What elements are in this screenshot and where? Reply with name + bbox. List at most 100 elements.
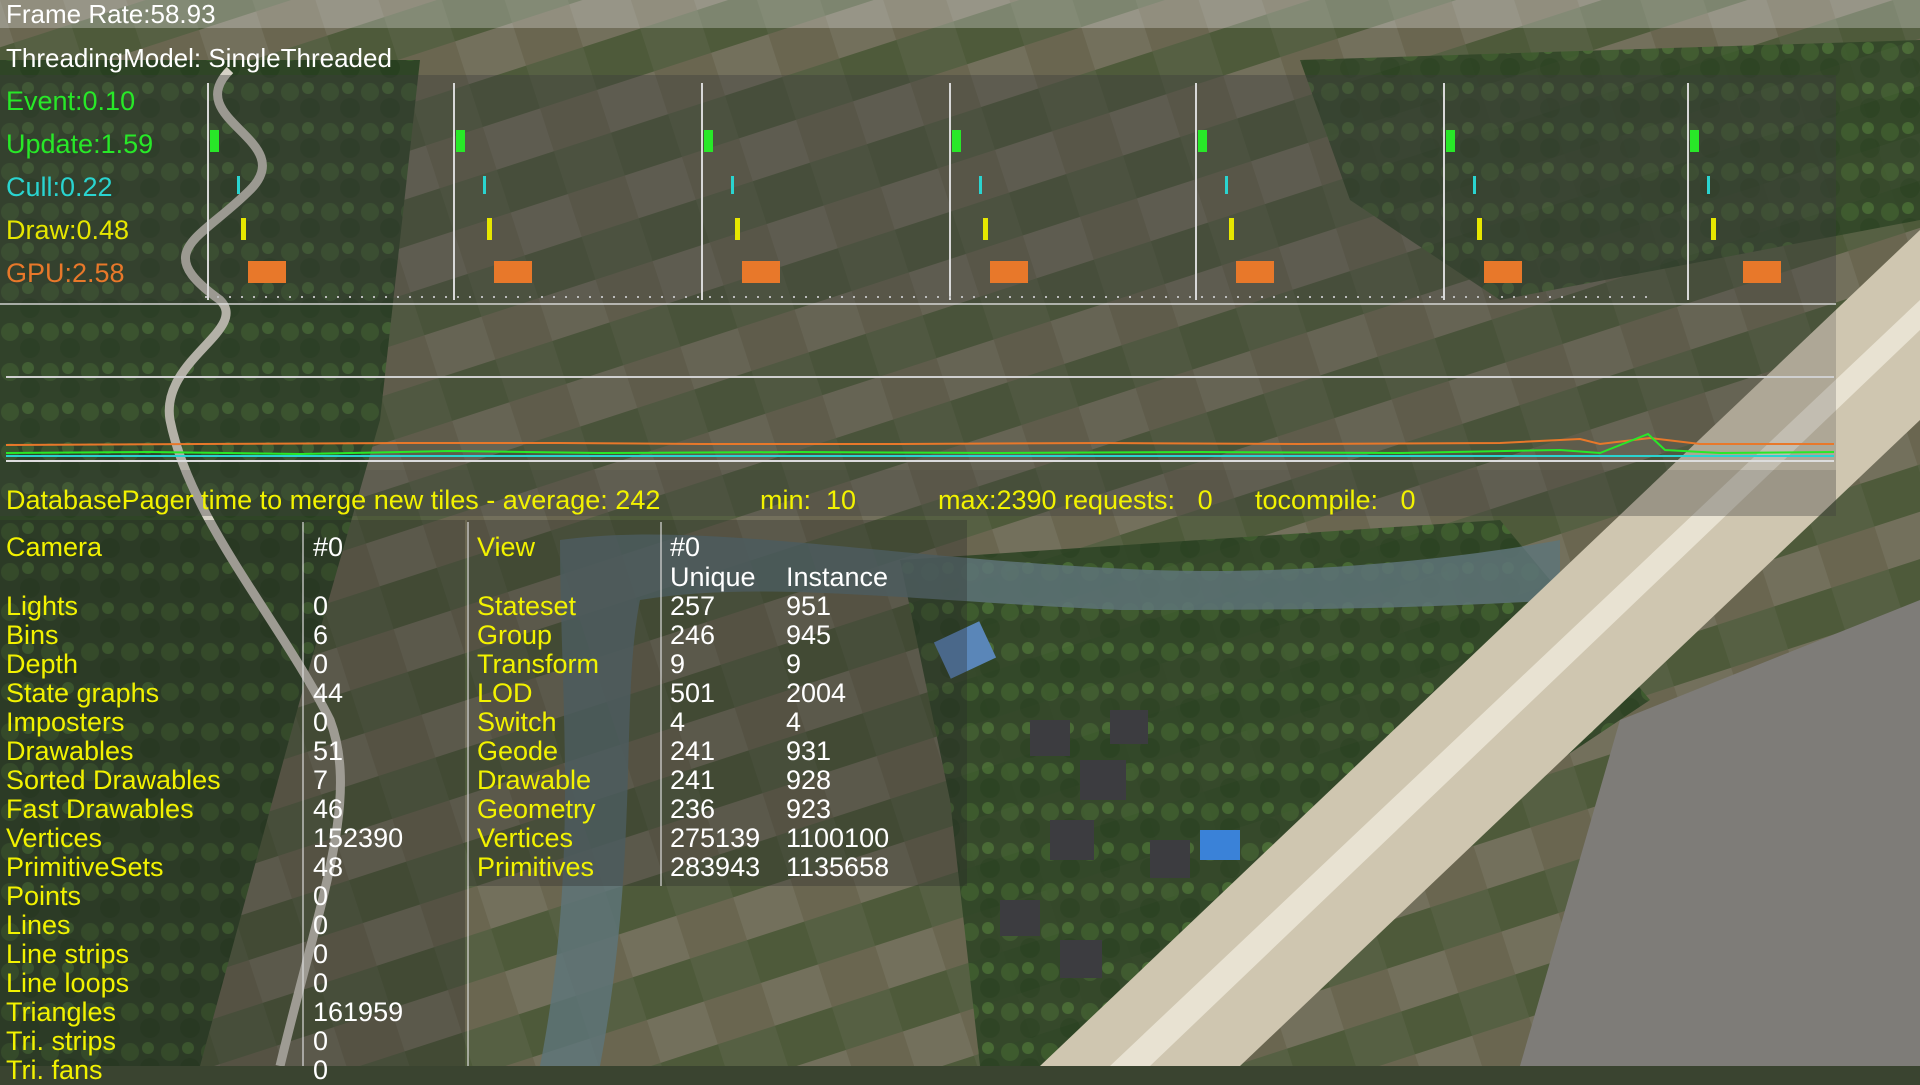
view-unique-value: 236 — [670, 794, 716, 824]
draw-time-mark — [1229, 218, 1234, 240]
camera-stat-value: 0 — [313, 649, 329, 679]
camera-stat-label: Points — [6, 881, 82, 911]
view-unique-value: 501 — [670, 678, 716, 708]
update-time-mark — [1198, 130, 1207, 152]
cull-time-mark — [237, 176, 240, 194]
update-time-mark — [1446, 130, 1455, 152]
camera-stat-label: Fast Drawables — [6, 794, 194, 824]
draw-time-mark — [487, 218, 492, 240]
cull-time-mark — [1473, 176, 1476, 194]
view-stat-labels: Stateset Group Transform LOD Switch Geode Draw… — [477, 592, 599, 882]
cull-time-mark — [1707, 176, 1710, 194]
view-instance-value: 923 — [786, 794, 832, 824]
draw-time-mark — [241, 218, 246, 240]
camera-stat-values: 0 6 0 44 0 51 7 46 152390 48 0 0 0 0 161959 0 0 — [313, 592, 403, 1085]
pager-requests-text: requests: 0 — [1064, 485, 1213, 515]
camera-stat-value: 0 — [313, 1055, 329, 1085]
cull-time-mark — [1225, 176, 1228, 194]
camera-stat-value: 44 — [313, 678, 344, 708]
timing-bars-chart — [205, 83, 1781, 300]
view-instance-value: 9 — [786, 649, 802, 679]
gpu-time-mark — [1484, 261, 1522, 283]
gpu-time-mark — [1743, 261, 1781, 283]
gpu-graph-line — [5, 436, 1834, 446]
view-instance-value: 945 — [786, 620, 832, 650]
camera-stat-label: State graphs — [6, 678, 160, 708]
view-stat-label: LOD — [477, 678, 533, 708]
view-stat-label: Stateset — [477, 591, 577, 621]
camera-stat-value: 152390 — [313, 823, 404, 853]
pager-max-text: max:2390 — [938, 485, 1057, 515]
update-time-mark — [952, 130, 961, 152]
gpu-time-mark — [742, 261, 780, 283]
draw-time-mark — [735, 218, 740, 240]
camera-stat-label: Bins — [6, 620, 59, 650]
view-stat-label: Primitives — [477, 852, 595, 882]
view-unique-value: 246 — [670, 620, 716, 650]
view-stat-label: Transform — [477, 649, 600, 679]
camera-stat-label: Line strips — [6, 939, 130, 969]
view-stat-label: Drawable — [477, 765, 592, 795]
camera-stat-label: Tri. fans — [6, 1055, 103, 1085]
draw-time-mark — [983, 218, 988, 240]
camera-stat-value: 0 — [313, 591, 329, 621]
pager-min-text: min: 10 — [760, 485, 857, 515]
frame-time-graph — [5, 376, 1835, 462]
update-time-mark — [210, 130, 219, 152]
camera-stat-value: 0 — [313, 939, 329, 969]
camera-stat-value: 6 — [313, 620, 329, 650]
view-divider-right — [660, 522, 662, 886]
view-instance-value: 1100100 — [786, 823, 890, 853]
view-stat-label: Group — [477, 620, 553, 650]
draw-time-mark — [1477, 218, 1482, 240]
view-instance-value: 951 — [786, 591, 832, 621]
camera-stat-value: 0 — [313, 910, 329, 940]
pager-tocompile-text: tocompile: 0 — [1255, 485, 1416, 515]
camera-stat-value: 0 — [313, 881, 329, 911]
view-header-unique: Unique — [670, 562, 756, 592]
frame-rate-text: Frame Rate:58.93 — [6, 0, 216, 29]
camera-stat-label: Lines — [6, 910, 71, 940]
update-time-mark — [456, 130, 465, 152]
view-title: View — [477, 532, 536, 562]
view-stat-label: Geometry — [477, 794, 596, 824]
camera-id: #0 — [313, 532, 344, 562]
draw-time-mark — [1711, 218, 1716, 240]
view-instance-value: 928 — [786, 765, 832, 795]
cull-time-mark — [483, 176, 486, 194]
camera-stat-value: 0 — [313, 707, 329, 737]
camera-stat-label: Lights — [6, 591, 79, 621]
threading-model-text: ThreadingModel: SingleThreaded — [6, 43, 392, 73]
camera-stat-value: 161959 — [313, 997, 404, 1027]
camera-stat-label: Triangles — [6, 997, 117, 1027]
view-unique-value: 283943 — [670, 852, 761, 882]
view-stat-label: Geode — [477, 736, 559, 766]
camera-stat-label: Imposters — [6, 707, 125, 737]
camera-stat-value: 7 — [313, 765, 329, 795]
view-unique-value: 4 — [670, 707, 686, 737]
camera-stat-label: Line loops — [6, 968, 130, 998]
view-instance-value: 1135658 — [786, 852, 890, 882]
view-instance-value: 4 — [786, 707, 802, 737]
camera-stat-value: 0 — [313, 1026, 329, 1056]
camera-stat-label: Vertices — [6, 823, 103, 853]
gpu-time-mark — [494, 261, 532, 283]
camera-stat-label: Tri. strips — [6, 1026, 116, 1056]
camera-divider — [302, 522, 304, 1066]
view-divider-left — [467, 522, 469, 1066]
cull-time-mark — [979, 176, 982, 194]
camera-stat-label: Depth — [6, 649, 79, 679]
camera-title: Camera — [6, 532, 103, 562]
update-time-mark — [1690, 130, 1699, 152]
view-unique-value: 241 — [670, 765, 716, 795]
view-unique-value: 275139 — [670, 823, 761, 853]
camera-stat-value: 46 — [313, 794, 344, 824]
view-header-instance: Instance — [786, 562, 889, 592]
update-time-mark — [704, 130, 713, 152]
view-unique-values: 257 246 9 501 4 241 241 236 275139 283943 — [670, 592, 760, 882]
pager-average-text: DatabasePager time to merge new tiles - … — [6, 485, 661, 515]
view-unique-value: 9 — [670, 649, 686, 679]
camera-stat-label: Drawables — [6, 736, 134, 766]
view-stat-label: Vertices — [477, 823, 574, 853]
view-instance-value: 931 — [786, 736, 832, 766]
